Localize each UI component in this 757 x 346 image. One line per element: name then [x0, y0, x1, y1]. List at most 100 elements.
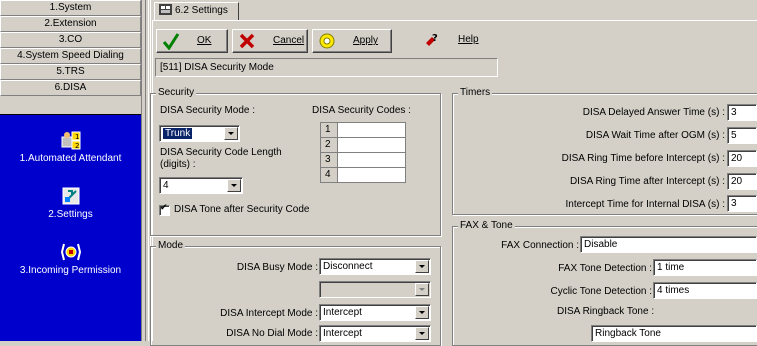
code-cell[interactable]: [338, 168, 405, 183]
nav-item-label: 5.TRS: [56, 66, 85, 77]
intercept-time-internal-field[interactable]: 3: [727, 195, 757, 212]
intercept-mode-label: DISA Intercept Mode :: [220, 308, 318, 319]
ok-button[interactable]: OK: [156, 29, 228, 53]
nav-item-trs[interactable]: 5.TRS: [0, 64, 141, 80]
help-label: Help: [458, 34, 479, 45]
chevron-down-icon[interactable]: [415, 260, 429, 273]
ring-time-after-intercept-label: DISA Ring Time after Intercept (s) :: [569, 176, 725, 187]
navigation-pane: 1.System 2.Extension 3.CO 4.System Speed…: [0, 0, 141, 341]
table-row: 3: [321, 153, 405, 168]
nav-item-label: 1.System: [49, 2, 92, 13]
delayed-answer-time-label: DISA Delayed Answer Time (s) :: [582, 107, 725, 118]
nav-item-system[interactable]: 1.System: [0, 0, 141, 16]
apply-label: Apply: [353, 35, 379, 46]
ring-time-before-intercept-field[interactable]: 20: [727, 150, 757, 167]
ring-time-before-intercept-value: 20: [731, 153, 743, 164]
nav-item-extension[interactable]: 2.Extension: [0, 16, 141, 32]
cyclic-tone-detection-select[interactable]: 4 times: [653, 282, 757, 299]
intercept-mode-select[interactable]: Intercept: [319, 304, 431, 321]
apply-button[interactable]: Apply: [312, 29, 392, 53]
nav-item-disa[interactable]: 6.DISA: [0, 80, 141, 96]
close-icon: [239, 33, 255, 49]
intercept-time-internal-label: Intercept Time for Internal DISA (s) :: [565, 199, 725, 210]
nodial-mode-label: DISA No Dial Mode :: [226, 328, 318, 339]
cancel-label: Cancel: [273, 35, 305, 46]
mode-group-title: Mode: [156, 240, 186, 251]
chevron-down-icon: [415, 283, 429, 296]
code-length-select[interactable]: 4: [159, 177, 243, 194]
chevron-down-icon[interactable]: [415, 327, 429, 340]
cyclic-tone-detection-label: Cyclic Tone Detection :: [550, 286, 652, 297]
wait-time-after-ogm-value: 5: [731, 130, 737, 141]
code-length-value: 4: [163, 180, 169, 191]
wait-time-after-ogm-label: DISA Wait Time after OGM (s) :: [585, 130, 725, 141]
nav-item-label: 2.Extension: [44, 18, 97, 29]
wait-time-after-ogm-field[interactable]: 5: [727, 127, 757, 144]
nodial-mode-value: Intercept: [323, 328, 362, 339]
code-number: 4: [321, 168, 338, 183]
chevron-down-icon[interactable]: [415, 306, 429, 319]
security-mode-select[interactable]: Trunk: [159, 125, 240, 142]
code-length-label-suffix: (digits) :: [160, 159, 196, 170]
nav-item-co[interactable]: 3.CO: [0, 32, 141, 48]
checkmark-icon: [162, 33, 180, 50]
panel-item-label: 3.Incoming Permission: [19, 265, 122, 276]
table-row: 2: [321, 138, 405, 153]
ring-time-before-intercept-label: DISA Ring Time before Intercept (s) :: [561, 153, 725, 164]
chevron-down-icon[interactable]: [227, 179, 241, 192]
fax-tone-detection-select[interactable]: 1 time: [653, 259, 757, 276]
svg-text:?: ?: [432, 33, 438, 44]
nav-item-label: 3.CO: [58, 34, 83, 45]
delayed-answer-time-field[interactable]: 3: [727, 104, 757, 121]
tone-after-code-label: DISA Tone after Security Code: [174, 204, 310, 215]
svg-text:1: 1: [75, 133, 79, 141]
fax-tone-detection-label: FAX Tone Detection :: [558, 263, 652, 274]
ring-time-after-intercept-field[interactable]: 20: [727, 173, 757, 190]
chevron-down-icon[interactable]: [224, 127, 238, 140]
intercept-time-internal-value: 3: [731, 198, 737, 209]
nav-item-label: 6.DISA: [54, 82, 87, 93]
panel-item-label: 2.Settings: [48, 209, 93, 220]
info-bar: [511] DISA Security Mode: [155, 58, 498, 77]
ringback-tone-label: DISA Ringback Tone :: [557, 306, 655, 317]
fax-connection-select[interactable]: Disable: [580, 236, 757, 253]
intercept-mode-value: Intercept: [323, 307, 362, 318]
security-codes-label: DISA Security Codes :: [312, 105, 411, 116]
cancel-button[interactable]: Cancel: [232, 29, 308, 53]
settings-icon: [62, 187, 79, 205]
busy-mode-value: Disconnect: [323, 261, 373, 272]
tab-settings[interactable]: 6.2 Settings: [154, 2, 239, 20]
code-cell[interactable]: [338, 138, 405, 153]
fax-tone-group-title: FAX & Tone: [458, 220, 515, 231]
svg-text:2: 2: [75, 142, 79, 150]
table-row: 1: [321, 123, 405, 138]
busy-mode-select[interactable]: Disconnect: [319, 258, 431, 275]
apply-icon: [319, 33, 335, 49]
delayed-answer-time-value: 3: [731, 107, 737, 118]
panel-item-incoming-permission[interactable]: 3.Incoming Permission: [0, 241, 141, 276]
blank-select: [319, 281, 431, 298]
code-number: 2: [321, 138, 338, 153]
tab-label: 6.2 Settings: [175, 5, 228, 16]
security-mode-value: Trunk: [163, 128, 193, 139]
fax-connection-label: FAX Connection :: [501, 240, 579, 251]
nav-item-system-speed-dialing[interactable]: 4.System Speed Dialing: [0, 48, 141, 64]
panel-item-automated-attendant[interactable]: 1 2 1.Automated Attendant: [0, 129, 141, 164]
nodial-mode-select[interactable]: Intercept: [319, 325, 431, 342]
code-number: 3: [321, 153, 338, 168]
tone-after-code-checkbox[interactable]: [159, 203, 170, 216]
panel-item-settings[interactable]: 2.Settings: [0, 185, 141, 220]
ring-time-after-intercept-value: 20: [731, 176, 743, 187]
ringback-tone-select[interactable]: Ringback Tone: [591, 325, 757, 342]
fax-connection-value: Disable: [584, 239, 618, 250]
security-codes-table: 1 2 3 4: [320, 122, 406, 183]
code-cell[interactable]: [338, 123, 405, 138]
fax-tone-detection-value: 1 time: [657, 262, 685, 273]
security-group-title: Security: [156, 87, 197, 98]
nav-item-label: 4.System Speed Dialing: [17, 50, 124, 61]
busy-mode-label: DISA Busy Mode :: [236, 262, 318, 273]
settings-tab-icon: [159, 4, 172, 15]
code-cell[interactable]: [338, 153, 405, 168]
disa-subpanel: 1 2 1.Automated Attendant 2.Settings 3.I…: [0, 114, 141, 341]
help-button[interactable]: ? Help: [418, 29, 498, 53]
